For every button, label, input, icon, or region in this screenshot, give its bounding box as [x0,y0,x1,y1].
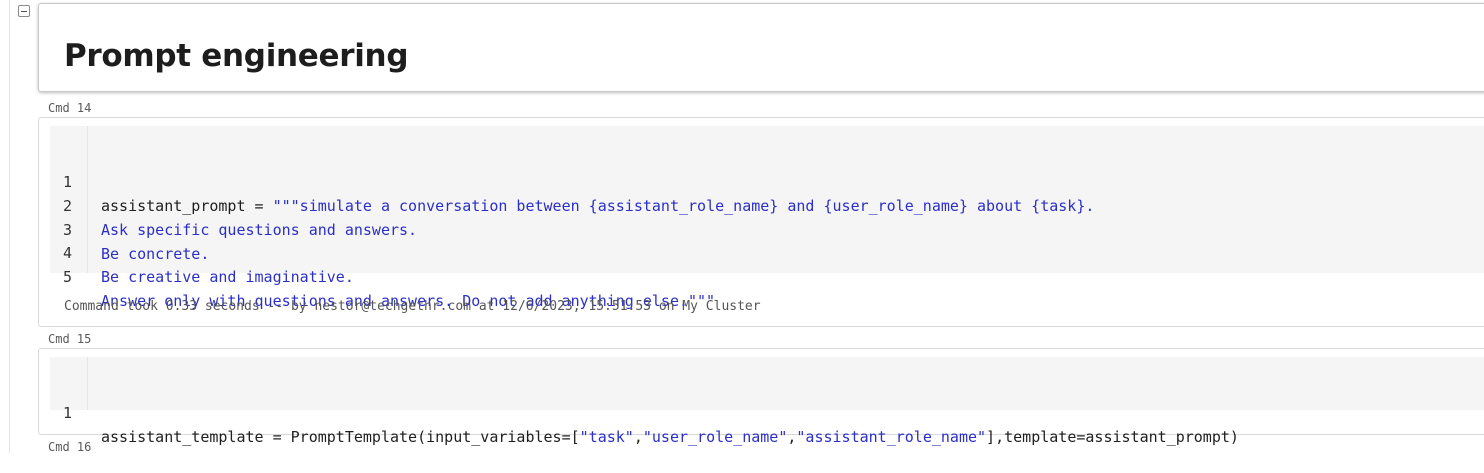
code-line: 4 Be creative and imaginative. [50,217,354,286]
code-line: 5 Answer only with questions and answers… [50,241,715,310]
code-line: 1 assistant_template = PromptTemplate(in… [50,377,1239,446]
code-cell-cmd-14[interactable]: 1 assistant_prompt = """simulate a conve… [38,117,1484,327]
command-status: Command took 0.33 seconds -- by nestor@t… [64,299,761,314]
line-number: 5 [62,268,72,286]
markdown-cell[interactable]: Prompt engineering [38,3,1484,92]
code-line: 2 Ask specific questions and answers. [50,170,417,239]
code-cell-cmd-15[interactable]: 1 assistant_template = PromptTemplate(in… [38,348,1484,446]
code-line: 3 Be concrete. [50,194,209,263]
code-text: Ask specific questions and answers. [101,221,418,239]
notebook-gutter-line [9,0,10,453]
code-editor[interactable]: 1 assistant_template = PromptTemplate(in… [50,357,1484,446]
code-text: assistant_template = PromptTemplate(inpu… [101,428,1239,446]
cmd-label: Cmd 16 [48,440,92,454]
section-title: Prompt engineering [64,38,409,74]
code-text: Be creative and imaginative. [101,268,354,286]
collapse-minus-icon[interactable] [18,5,30,17]
cmd-label: Cmd 15 [48,332,92,346]
line-number: 1 [62,404,72,422]
code-editor[interactable]: 1 assistant_prompt = """simulate a conve… [50,126,1484,310]
code-text: assistant_prompt = """simulate a convers… [101,197,1095,215]
code-line: 1 assistant_prompt = """simulate a conve… [50,146,1094,215]
code-text: Be concrete. [101,245,210,263]
cmd-label: Cmd 14 [48,101,92,115]
